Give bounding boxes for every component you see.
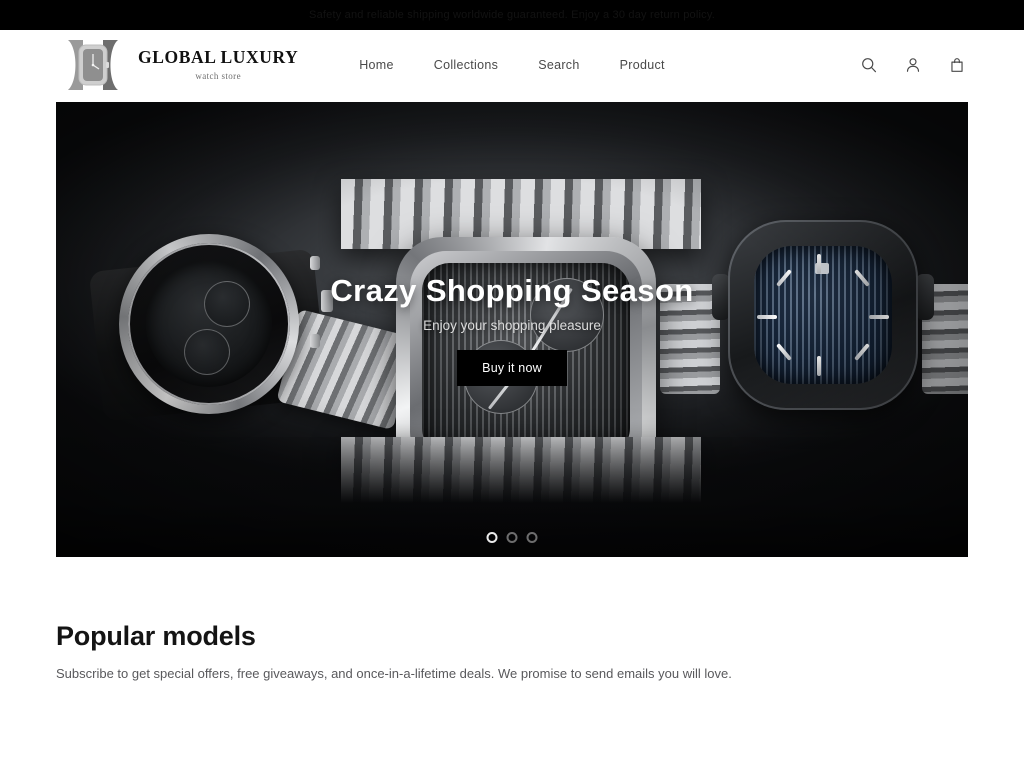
carousel-dots (486, 532, 538, 543)
header-actions (858, 54, 968, 76)
popular-models-title: Popular models (56, 621, 256, 651)
primary-navigation: Home Collections Search Product (357, 52, 667, 78)
hero-subtitle: Enjoy your shopping pleasure (423, 318, 601, 333)
nav-item-home[interactable]: Home (357, 52, 396, 78)
brand-title: GLOBAL LUXURY (138, 47, 299, 68)
cart-bag-icon[interactable] (946, 54, 968, 76)
account-icon[interactable] (902, 54, 924, 76)
nav-item-collections[interactable]: Collections (432, 52, 500, 78)
brand-subtitle: watch store (195, 70, 241, 81)
hero-title: Crazy Shopping Season (330, 273, 694, 308)
buy-it-now-button[interactable]: Buy it now (457, 350, 567, 386)
nav-item-product[interactable]: Product (618, 52, 667, 78)
brand-logo-link[interactable]: GLOBAL LUXURY watch store (56, 36, 298, 94)
hero-section: Crazy Shopping Season Enjoy your shoppin… (0, 100, 1024, 557)
carousel-dot-1[interactable] (486, 532, 498, 543)
search-icon[interactable] (858, 54, 880, 76)
announcement-text: Safety and reliable shipping worldwide g… (309, 9, 715, 21)
carousel-dot-2[interactable] (506, 532, 518, 543)
hero-carousel[interactable]: Crazy Shopping Season Enjoy your shoppin… (56, 102, 968, 557)
square-watch-icon (56, 36, 130, 94)
popular-models-subtitle: Subscribe to get special offers, free gi… (56, 666, 732, 681)
carousel-dot-3[interactable] (526, 532, 538, 543)
announcement-bar: Safety and reliable shipping worldwide g… (0, 0, 1024, 30)
popular-models-section: Popular models Subscribe to get special … (0, 557, 1024, 684)
nav-item-search[interactable]: Search (536, 52, 581, 78)
hero-copy: Crazy Shopping Season Enjoy your shoppin… (56, 102, 968, 557)
site-header: GLOBAL LUXURY watch store Home Collectio… (0, 30, 1024, 100)
